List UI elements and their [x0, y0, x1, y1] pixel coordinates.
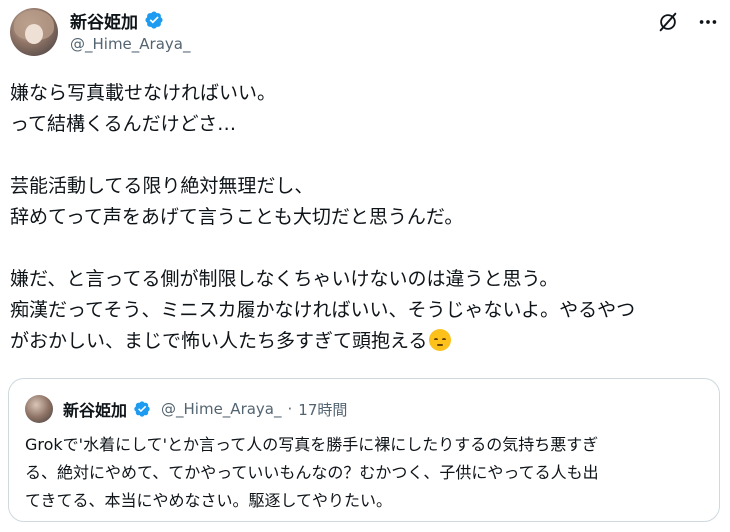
quoted-avatar	[25, 395, 53, 423]
tweet-header: 新谷姫加 @_Hime_Araya_	[10, 6, 720, 58]
quoted-line: てきてる、本当にやめなさい。駆逐してやりたい。	[25, 491, 393, 510]
quoted-line: る、絶対にやめて、てかやっていいもんなの？むかつく、子供にやってる人も出	[25, 463, 599, 482]
grok-icon[interactable]	[656, 10, 680, 34]
tweet-line: 痴漢だってそう、ミニスカ履かなければいい、そうじゃないよ。やるやつ	[10, 299, 636, 321]
quoted-display-name: 新谷姫加	[63, 401, 128, 420]
quoted-tweet[interactable]: 新谷姫加 @_Hime_Araya_ · 17時間 Grokで'水着にして'とか…	[8, 378, 720, 522]
tweet-line: 嫌だ、と言ってる側が制限しなくちゃいけないのは違うと思う。	[10, 268, 559, 290]
tweet-line: 辞めてって声をあげて言うことも大切だと思うんだ。	[10, 206, 464, 228]
verified-badge-icon[interactable]	[144, 10, 164, 30]
display-name-row: 新谷姫加	[70, 8, 190, 33]
author-display-name[interactable]: 新谷姫加	[70, 8, 138, 33]
tweet-text: 嫌なら写真載せなければいい。 って結構くるんだけどさ… 芸能活動してる限り絶対無…	[10, 78, 710, 357]
tweet-line: 嫌なら写真載せなければいい。	[10, 82, 277, 104]
avatar-face	[25, 24, 43, 44]
pensive-face-emoji-icon	[429, 329, 452, 351]
tweet-line: 芸能活動してる限り絶対無理だし、	[10, 175, 314, 197]
author-info: 新谷姫加 @_Hime_Araya_	[70, 8, 190, 53]
quoted-line: Grokで'水着にして'とか言って人の写真を勝手に裸にしたりするの気持ち悪すぎ	[25, 435, 599, 454]
verified-badge-icon	[133, 400, 151, 418]
author-handle[interactable]: @_Hime_Araya_	[70, 35, 190, 53]
tweet-line-text: がおかしい、まじで怖い人たち多すぎて頭抱える	[10, 330, 428, 352]
quoted-timestamp[interactable]: 17時間	[298, 399, 347, 420]
tweet-line: って結構くるんだけどさ…	[10, 113, 237, 135]
header-actions	[656, 10, 720, 34]
quoted-tweet-text: Grokで'水着にして'とか言って人の写真を勝手に裸にしたりするの気持ち悪すぎ …	[25, 431, 709, 515]
avatar[interactable]	[10, 8, 58, 56]
quoted-tweet-header: 新谷姫加 @_Hime_Araya_ · 17時間	[25, 395, 347, 423]
tweet-line-last: がおかしい、まじで怖い人たち多すぎて頭抱える	[10, 326, 710, 357]
more-options-icon[interactable]	[696, 10, 720, 34]
quoted-handle: @_Hime_Araya_	[161, 400, 282, 418]
separator-dot: ·	[287, 400, 293, 418]
